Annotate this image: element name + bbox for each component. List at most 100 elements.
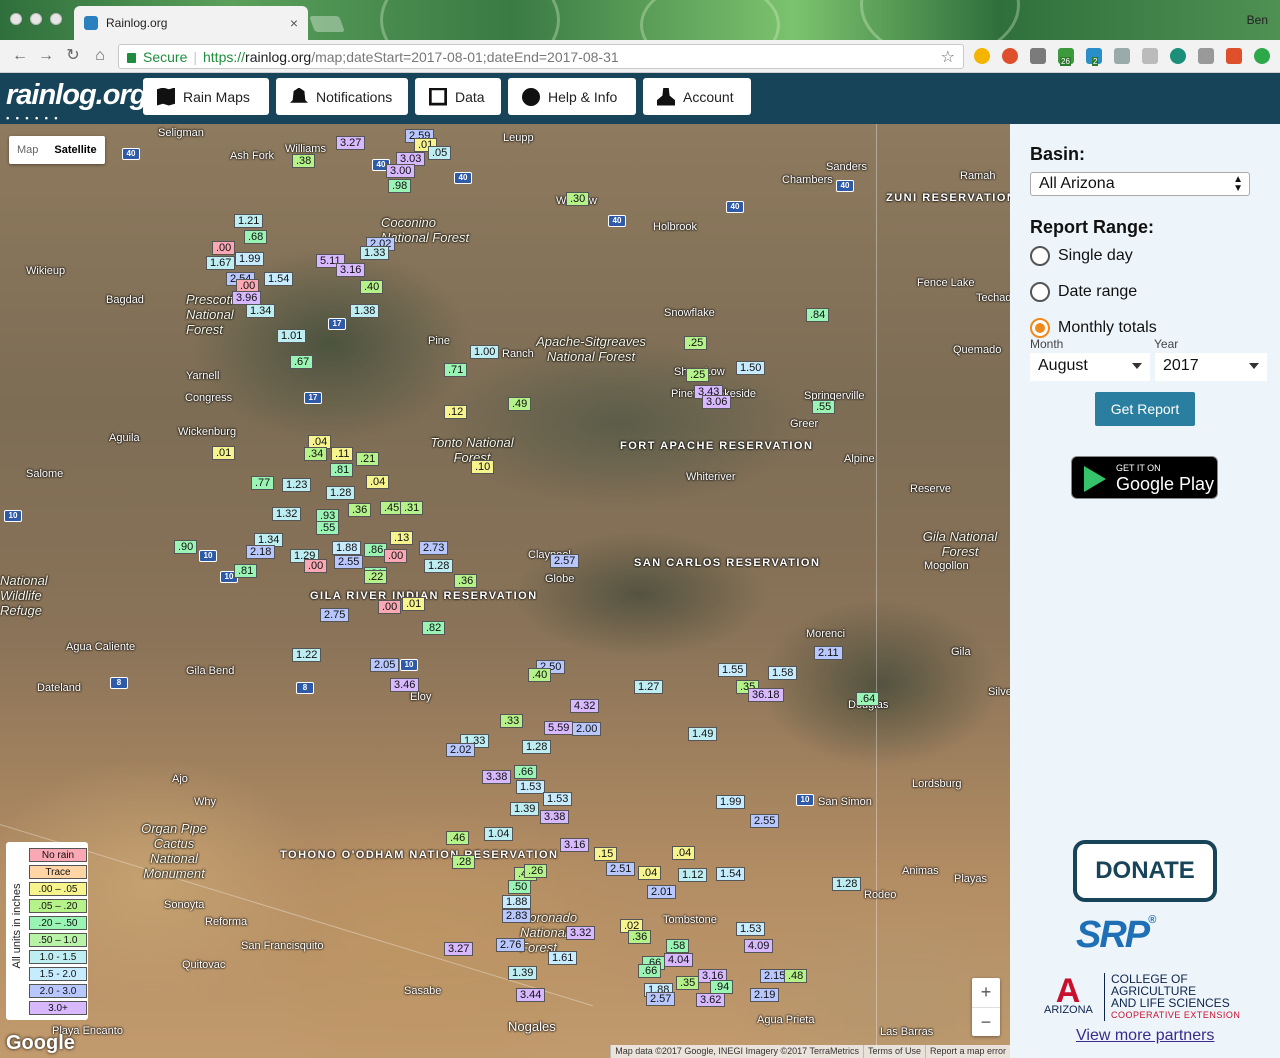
- gauge-reading-marker[interactable]: .01: [402, 597, 426, 611]
- gauge-reading-marker[interactable]: .55: [812, 400, 836, 414]
- gauge-reading-marker[interactable]: .35: [676, 976, 700, 990]
- gauge-reading-marker[interactable]: 1.39: [508, 966, 538, 980]
- gauge-reading-marker[interactable]: 2.57: [550, 554, 580, 568]
- view-partners-link[interactable]: View more partners: [1076, 1027, 1214, 1045]
- gauge-reading-marker[interactable]: 1.39: [510, 802, 540, 816]
- gauge-reading-marker[interactable]: .25: [686, 368, 710, 382]
- gauge-reading-marker[interactable]: 1.33: [360, 246, 390, 260]
- gauge-reading-marker[interactable]: 1.28: [522, 740, 552, 754]
- gauge-reading-marker[interactable]: 1.53: [736, 922, 766, 936]
- gauge-reading-marker[interactable]: 3.38: [540, 810, 570, 824]
- extension-opera-icon[interactable]: [1002, 48, 1018, 64]
- gauge-reading-marker[interactable]: 1.28: [832, 877, 862, 891]
- gauge-reading-marker[interactable]: 3.32: [566, 926, 596, 940]
- gauge-reading-marker[interactable]: 3.46: [390, 678, 420, 692]
- gauge-reading-marker[interactable]: 1.28: [424, 559, 454, 573]
- gauge-reading-marker[interactable]: .58: [666, 939, 690, 953]
- gauge-reading-marker[interactable]: .38: [292, 154, 316, 168]
- gauge-reading-marker[interactable]: .81: [330, 463, 354, 477]
- window-maximize-button[interactable]: [50, 13, 62, 25]
- extension-s-icon[interactable]: 2: [1086, 48, 1102, 66]
- gauge-reading-marker[interactable]: 1.88: [502, 895, 532, 909]
- profile-name[interactable]: Ben: [1247, 13, 1268, 27]
- map-type-map[interactable]: Map: [9, 136, 46, 164]
- extension-circle-icon[interactable]: [1170, 48, 1186, 64]
- radio-button-selected[interactable]: [1030, 318, 1050, 338]
- home-icon[interactable]: ⌂: [90, 46, 110, 66]
- gauge-reading-marker[interactable]: 3.62: [696, 993, 726, 1007]
- site-logo[interactable]: rainlog.org • • • • • •: [6, 79, 147, 123]
- extension-badge-icon[interactable]: 26: [1058, 48, 1074, 66]
- gauge-reading-marker[interactable]: 3.27: [336, 136, 366, 150]
- new-tab-button[interactable]: [309, 16, 345, 32]
- gauge-reading-marker[interactable]: .04: [638, 866, 662, 880]
- gauge-reading-marker[interactable]: .01: [212, 446, 236, 460]
- gauge-reading-marker[interactable]: 1.21: [234, 214, 264, 228]
- gauge-reading-marker[interactable]: 1.01: [277, 329, 307, 343]
- gauge-reading-marker[interactable]: .33: [500, 714, 524, 728]
- radio-date-range[interactable]: Date range: [1030, 282, 1137, 302]
- gauge-reading-marker[interactable]: .84: [806, 308, 830, 322]
- nav-account[interactable]: Account: [643, 78, 751, 115]
- gauge-reading-marker[interactable]: 1.99: [716, 795, 746, 809]
- gauge-reading-marker[interactable]: 1.53: [543, 792, 573, 806]
- gauge-reading-marker[interactable]: 3.27: [444, 942, 474, 956]
- extension-media-icon[interactable]: [1226, 48, 1242, 64]
- nav-data[interactable]: Data: [415, 78, 501, 115]
- extension-arrow-icon[interactable]: [1254, 48, 1270, 64]
- basin-select[interactable]: All Arizona ▲ ▼: [1030, 172, 1250, 196]
- gauge-reading-marker[interactable]: 1.22: [292, 648, 322, 662]
- gauge-reading-marker[interactable]: 1.53: [516, 780, 546, 794]
- terms-link[interactable]: Terms of Use: [862, 1045, 925, 1058]
- gauge-reading-marker[interactable]: .21: [356, 452, 380, 466]
- gauge-reading-marker[interactable]: .36: [628, 930, 652, 944]
- gauge-reading-marker[interactable]: 2.83: [502, 909, 532, 923]
- gauge-reading-marker[interactable]: 2.55: [334, 555, 364, 569]
- tab-close-icon[interactable]: ×: [290, 15, 298, 31]
- google-play-badge[interactable]: GET IT ON Google Play: [1071, 456, 1218, 499]
- gauge-reading-marker[interactable]: .00: [378, 600, 402, 614]
- donate-button[interactable]: DONATE: [1073, 840, 1217, 902]
- srp-logo[interactable]: SRP®: [1076, 914, 1156, 957]
- extension-search-icon[interactable]: [974, 48, 990, 64]
- gauge-reading-marker[interactable]: .15: [594, 847, 618, 861]
- gauge-reading-marker[interactable]: .25: [684, 336, 708, 350]
- gauge-reading-marker[interactable]: .50: [508, 880, 532, 894]
- year-select[interactable]: 2017: [1155, 353, 1267, 381]
- gauge-reading-marker[interactable]: .12: [444, 405, 468, 419]
- gauge-reading-marker[interactable]: .36: [348, 503, 372, 517]
- extension-box-icon[interactable]: [1198, 48, 1214, 64]
- gauge-reading-marker[interactable]: 3.16: [336, 263, 366, 277]
- gauge-reading-marker[interactable]: 1.00: [470, 345, 500, 359]
- address-bar[interactable]: Secure | https:// rainlog.org /map;dateS…: [118, 44, 964, 69]
- browser-tab[interactable]: Rainlog.org ×: [74, 6, 308, 40]
- gauge-reading-marker[interactable]: 2.55: [750, 814, 780, 828]
- gauge-reading-marker[interactable]: 2.11: [814, 646, 843, 660]
- gauge-reading-marker[interactable]: 36.18: [748, 688, 784, 702]
- gauge-reading-marker[interactable]: .00: [304, 559, 328, 573]
- gauge-reading-marker[interactable]: .66: [514, 765, 538, 779]
- gauge-reading-marker[interactable]: 1.27: [634, 680, 664, 694]
- extension-satellite-icon[interactable]: [1114, 48, 1130, 64]
- gauge-reading-marker[interactable]: 1.34: [246, 304, 276, 318]
- rain-map[interactable]: Map Satellite Seligman Ash Fork Williams…: [0, 124, 1010, 1058]
- gauge-reading-marker[interactable]: .11: [331, 447, 354, 461]
- gauge-reading-marker[interactable]: .31: [400, 501, 424, 515]
- gauge-reading-marker[interactable]: .90: [174, 540, 198, 554]
- gauge-reading-marker[interactable]: 1.50: [736, 361, 766, 375]
- gauge-reading-marker[interactable]: .49: [508, 397, 532, 411]
- gauge-reading-marker[interactable]: 3.16: [560, 838, 590, 852]
- nav-help-info[interactable]: Help & Info: [508, 78, 636, 115]
- radio-monthly-totals[interactable]: Monthly totals: [1030, 318, 1157, 338]
- gauge-reading-marker[interactable]: .68: [244, 230, 268, 244]
- gauge-reading-marker[interactable]: 1.23: [282, 478, 312, 492]
- gauge-reading-marker[interactable]: .66: [638, 964, 662, 978]
- radio-button[interactable]: [1030, 246, 1050, 266]
- nav-notifications[interactable]: Notifications: [276, 78, 408, 115]
- gauge-reading-marker[interactable]: 2.75: [320, 608, 350, 622]
- back-icon[interactable]: ←: [10, 46, 30, 66]
- gauge-reading-marker[interactable]: .00: [212, 241, 236, 255]
- gauge-reading-marker[interactable]: 3.96: [232, 291, 262, 305]
- gauge-reading-marker[interactable]: .40: [360, 280, 384, 294]
- gauge-reading-marker[interactable]: .28: [452, 855, 476, 869]
